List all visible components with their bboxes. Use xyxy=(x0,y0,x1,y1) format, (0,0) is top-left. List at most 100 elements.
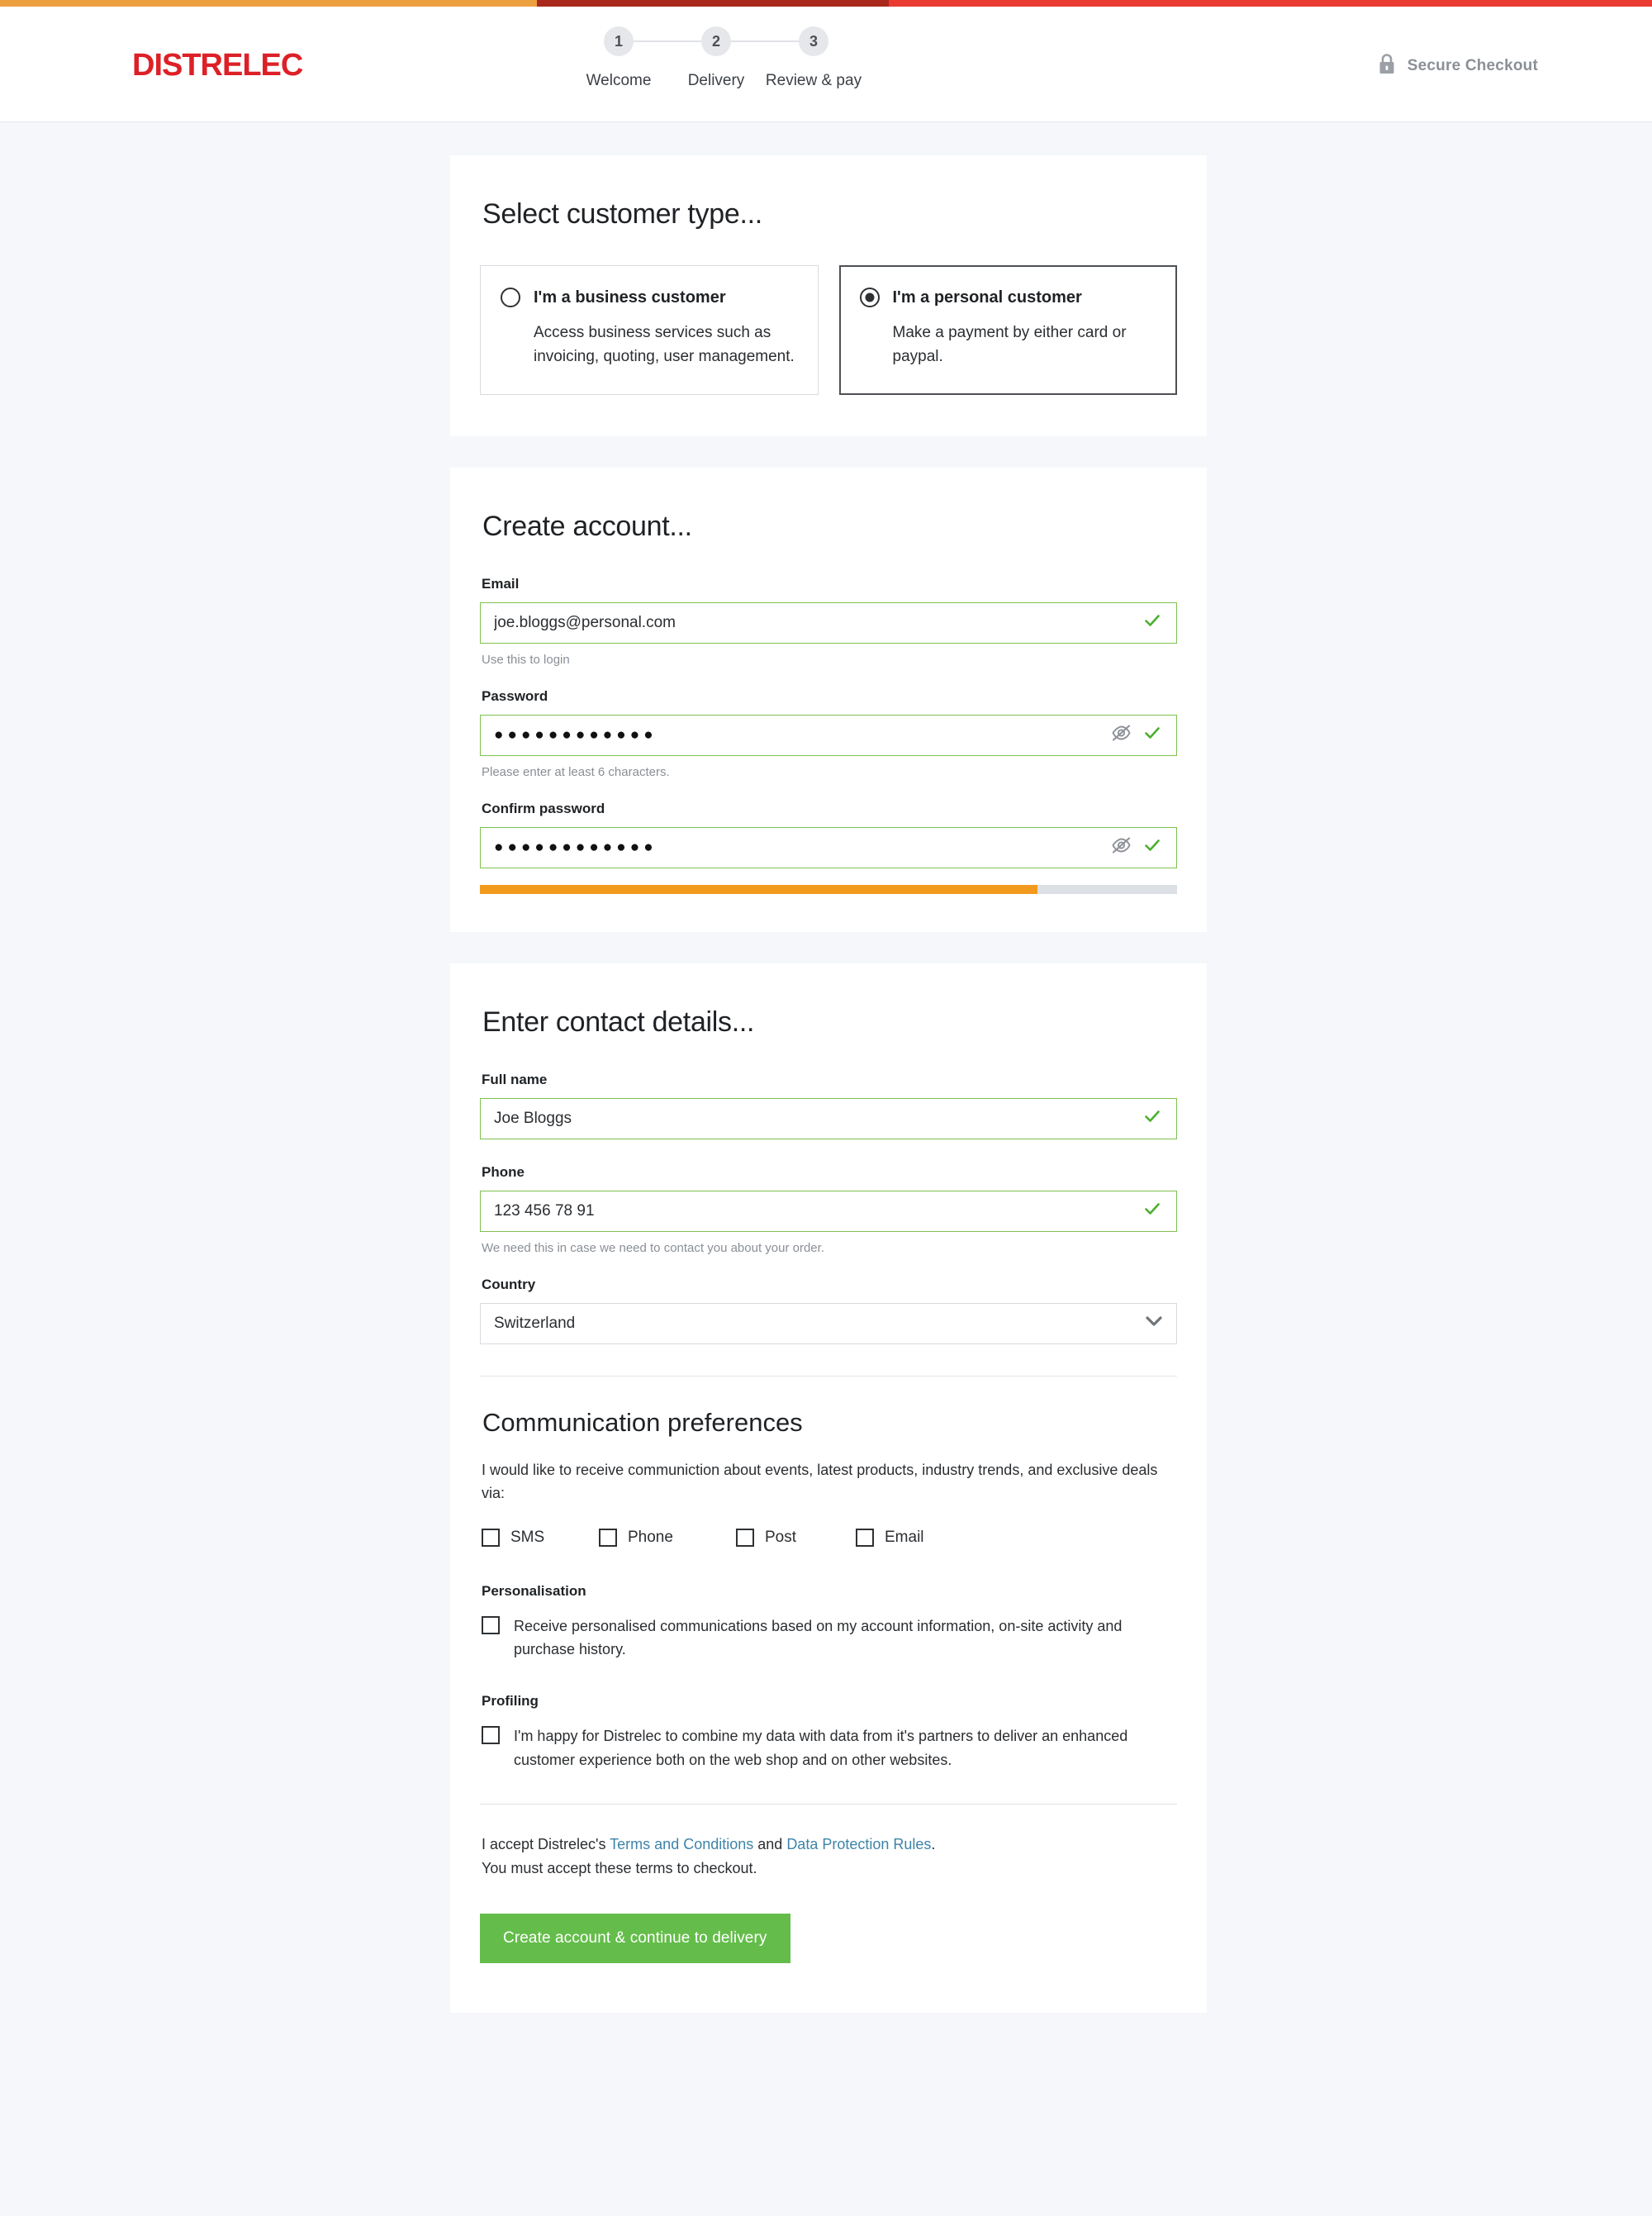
create-account-submit-button[interactable]: Create account & continue to delivery xyxy=(480,1914,790,1964)
full-name-input[interactable] xyxy=(494,1109,1143,1128)
accent-segment-dark-red xyxy=(537,0,889,7)
radio-business-customer[interactable] xyxy=(501,288,520,307)
accent-segment-red xyxy=(889,0,1652,7)
checkout-page: Select customer type... I'm a business c… xyxy=(0,122,1652,2014)
country-label: Country xyxy=(482,1276,536,1292)
step-label: Delivery xyxy=(687,72,745,89)
data-protection-rules-link[interactable]: Data Protection Rules xyxy=(786,1836,931,1852)
email-input[interactable] xyxy=(494,613,1143,632)
channel-label: Email xyxy=(885,1528,924,1546)
eye-slash-icon[interactable] xyxy=(1111,724,1132,746)
check-icon xyxy=(1143,836,1161,858)
checkout-step-indicator: 1 Welcome 2 Delivery 3 Review & pay xyxy=(570,26,862,90)
country-selected-value: Switzerland xyxy=(494,1314,576,1332)
checkbox-profiling[interactable] xyxy=(482,1726,500,1745)
personalisation-consent-text: Receive personalised communications base… xyxy=(514,1617,1123,1658)
step-number-badge: 3 xyxy=(799,26,828,56)
terms-note: You must accept these terms to checkout. xyxy=(482,1860,757,1876)
channel-option-post[interactable]: Post xyxy=(736,1528,856,1547)
phone-input-wrapper[interactable] xyxy=(480,1190,1177,1232)
confirm-password-field-group: Confirm password ●●●●●●●●●●●● xyxy=(480,801,1177,868)
email-label: Email xyxy=(482,575,520,592)
step-number-badge: 2 xyxy=(701,26,731,56)
check-icon xyxy=(1143,1200,1161,1222)
password-label: Password xyxy=(482,687,548,704)
email-input-icons xyxy=(1143,611,1163,634)
site-header: DISTRELEC 1 Welcome 2 Delivery 3 Review … xyxy=(0,7,1652,122)
top-accent-bar xyxy=(0,0,1652,7)
channel-option-email[interactable]: Email xyxy=(856,1528,924,1547)
password-input-wrapper[interactable]: ●●●●●●●●●●●● xyxy=(480,714,1177,756)
step-label: Welcome xyxy=(586,72,652,89)
password-strength-fill xyxy=(480,884,1038,894)
customer-type-card: Select customer type... I'm a business c… xyxy=(450,155,1207,436)
full-name-input-icons xyxy=(1143,1107,1163,1129)
password-field-group: Password ●●●●●●●●●●●● xyxy=(480,688,1177,756)
confirm-password-input-wrapper[interactable]: ●●●●●●●●●●●● xyxy=(480,826,1177,868)
section-divider xyxy=(480,1375,1177,1377)
confirm-password-label: Confirm password xyxy=(482,800,605,816)
phone-input-icons xyxy=(1143,1200,1163,1222)
communication-preferences-title: Communication preferences xyxy=(482,1407,803,1437)
full-name-label: Full name xyxy=(482,1071,548,1087)
check-icon xyxy=(1143,724,1161,746)
customer-type-option-label: I'm a personal customer xyxy=(892,288,1082,307)
create-account-title: Create account... xyxy=(482,510,692,542)
checkout-column: Select customer type... I'm a business c… xyxy=(450,155,1207,2014)
customer-type-options: I'm a business customer Access business … xyxy=(480,265,1177,395)
channel-option-phone[interactable]: Phone xyxy=(599,1528,736,1547)
password-strength-track xyxy=(480,884,1177,894)
step-number-badge: 1 xyxy=(604,26,634,56)
checkout-step-welcome[interactable]: 1 Welcome xyxy=(570,26,716,90)
customer-type-option-business[interactable]: I'm a business customer Access business … xyxy=(480,265,819,395)
checkout-step-delivery[interactable]: 2 Delivery xyxy=(667,26,814,90)
customer-type-title: Select customer type... xyxy=(482,198,762,230)
communication-intro-text: I would like to receive communiction abo… xyxy=(482,1461,1158,1501)
customer-type-option-personal[interactable]: I'm a personal customer Make a payment b… xyxy=(838,265,1177,395)
distrelec-logo[interactable]: DISTRELEC xyxy=(132,48,303,83)
password-help-text: Please enter at least 6 characters. xyxy=(482,764,670,779)
checkbox-personalisation[interactable] xyxy=(482,1615,500,1634)
email-field-group: Email xyxy=(480,576,1177,644)
profiling-consent-row[interactable]: I'm happy for Distrelec to combine my da… xyxy=(482,1726,1177,1772)
full-name-field-group: Full name xyxy=(480,1072,1177,1139)
phone-input[interactable] xyxy=(494,1201,1143,1220)
channel-label: SMS xyxy=(510,1528,545,1546)
secure-checkout-label: Secure Checkout xyxy=(1407,57,1538,74)
profiling-consent-text: I'm happy for Distrelec to combine my da… xyxy=(514,1728,1128,1769)
checkbox-phone[interactable] xyxy=(599,1528,617,1547)
check-icon xyxy=(1143,1107,1161,1129)
terms-prefix: I accept Distrelec's xyxy=(482,1835,610,1852)
terms-and-conditions-link[interactable]: Terms and Conditions xyxy=(610,1836,753,1852)
terms-middle: and xyxy=(753,1835,787,1852)
confirm-password-input[interactable]: ●●●●●●●●●●●● xyxy=(494,839,1111,855)
customer-type-option-header: I'm a business customer xyxy=(501,288,796,307)
terms-divider xyxy=(480,1803,1177,1805)
phone-help-text: We need this in case we need to contact … xyxy=(482,1240,824,1255)
checkout-step-review-and-pay[interactable]: 3 Review & pay xyxy=(765,26,862,90)
email-input-wrapper[interactable] xyxy=(480,602,1177,644)
lock-icon xyxy=(1378,53,1396,79)
channel-label: Post xyxy=(765,1528,797,1546)
full-name-input-wrapper[interactable] xyxy=(480,1097,1177,1139)
radio-personal-customer[interactable] xyxy=(859,288,880,307)
checkbox-post[interactable] xyxy=(736,1528,754,1547)
chevron-down-icon[interactable] xyxy=(1145,1315,1163,1331)
checkbox-sms[interactable] xyxy=(482,1528,500,1547)
password-input[interactable]: ●●●●●●●●●●●● xyxy=(494,727,1111,743)
confirm-password-input-icons xyxy=(1111,836,1163,858)
customer-type-option-header: I'm a personal customer xyxy=(859,288,1156,307)
contact-details-title: Enter contact details... xyxy=(482,1006,755,1038)
customer-type-option-description: Make a payment by either card or paypal. xyxy=(892,324,1127,366)
channel-option-sms[interactable]: SMS xyxy=(482,1528,599,1547)
personalisation-consent-row[interactable]: Receive personalised communications base… xyxy=(482,1615,1177,1662)
password-input-icons xyxy=(1111,724,1163,746)
country-select[interactable]: Switzerland xyxy=(480,1302,1177,1344)
eye-slash-icon[interactable] xyxy=(1111,836,1132,858)
customer-type-option-description: Access business services such as invoici… xyxy=(534,324,795,366)
accent-segment-orange xyxy=(0,0,537,7)
checkbox-email[interactable] xyxy=(856,1528,874,1547)
secure-checkout-indicator: Secure Checkout xyxy=(1378,53,1538,79)
step-label: Review & pay xyxy=(765,72,862,89)
